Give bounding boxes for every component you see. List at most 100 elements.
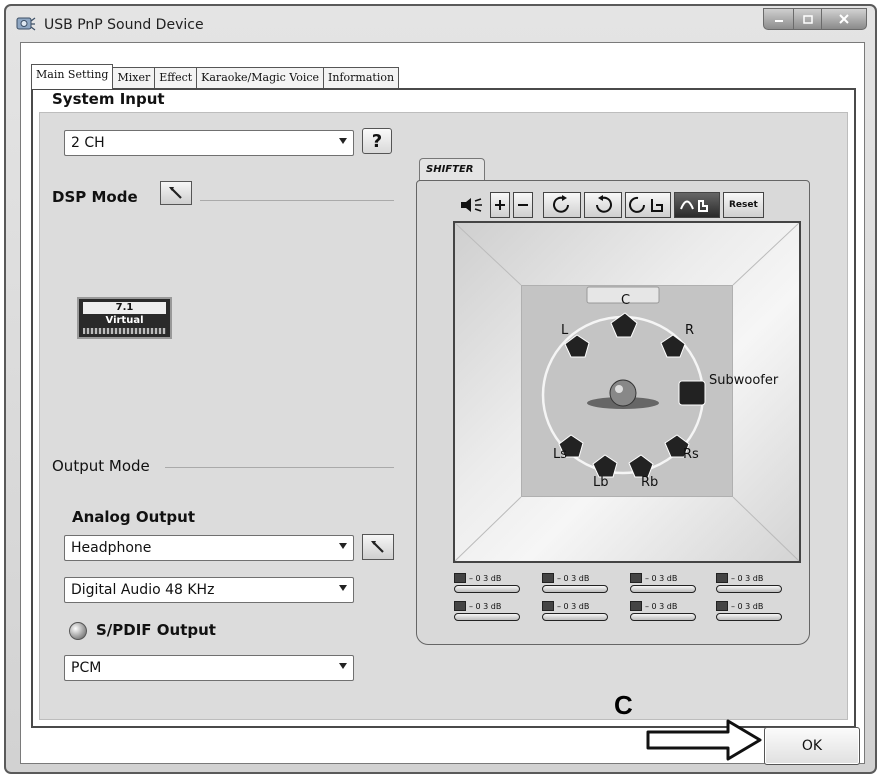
shifter-tab: SHIFTER xyxy=(419,158,485,182)
spdif-toggle[interactable] xyxy=(69,622,87,640)
ok-button[interactable]: OK xyxy=(764,727,860,765)
tab-bar: Main Setting Mixer Effect Karaoke/Magic … xyxy=(31,64,400,89)
meter-r-value: – 0 3 dB xyxy=(645,573,678,583)
tab-main-setting[interactable]: Main Setting xyxy=(31,64,114,89)
reset-button[interactable]: Reset xyxy=(723,192,764,218)
meter-rs[interactable]: – 0 3 dB xyxy=(630,601,704,621)
dsp-divider xyxy=(200,200,394,201)
help-button[interactable]: ? xyxy=(362,128,392,154)
sample-rate-select[interactable]: Digital Audio 48 KHz xyxy=(64,577,354,603)
analog-settings-button[interactable] xyxy=(362,534,394,560)
meter-c-slider[interactable] xyxy=(542,585,608,593)
channel-rb-icon xyxy=(716,601,728,611)
system-input-title: System Input xyxy=(52,90,165,108)
speaker-c-label: C xyxy=(621,293,631,308)
callout-arrow-icon xyxy=(646,719,762,761)
speaker-lb-icon[interactable] xyxy=(592,454,618,478)
shifter-toolbar: Reset xyxy=(457,191,767,219)
channel-sub-icon xyxy=(542,601,554,611)
meter-ls-value: – 0 3 dB xyxy=(469,601,502,611)
meter-ls-slider[interactable] xyxy=(454,613,520,621)
analog-output-value: Headphone xyxy=(71,540,152,556)
channel-rs-icon xyxy=(630,601,642,611)
meter-c[interactable]: – 0 3 dB xyxy=(542,573,616,593)
rotate-ccw-icon xyxy=(596,195,612,213)
meter-lb[interactable]: – 0 3 dB xyxy=(716,573,790,593)
dsp-settings-button[interactable] xyxy=(160,181,192,205)
meter-rb[interactable]: – 0 3 dB xyxy=(716,601,790,621)
meter-lb-value: – 0 3 dB xyxy=(731,573,764,583)
virtual-badge-number: 7.1 xyxy=(83,302,166,314)
chevron-down-icon xyxy=(339,663,347,669)
tab-karaoke[interactable]: Karaoke/Magic Voice xyxy=(196,67,325,89)
hand-icon xyxy=(680,200,708,212)
chevron-down-icon xyxy=(339,543,347,549)
speaker-lb-label: Lb xyxy=(593,475,609,490)
meter-lb-slider[interactable] xyxy=(716,585,782,593)
meter-rs-slider[interactable] xyxy=(630,613,696,621)
analog-output-title: Analog Output xyxy=(72,508,196,526)
maximize-icon xyxy=(802,14,813,24)
channel-lb-icon xyxy=(716,573,728,583)
tab-mixer[interactable]: Mixer xyxy=(112,67,156,89)
window-controls xyxy=(763,8,867,30)
sample-rate-value: Digital Audio 48 KHz xyxy=(71,582,215,598)
wrench-icon xyxy=(371,541,384,553)
close-icon xyxy=(839,14,849,24)
channel-select-value: 2 CH xyxy=(71,135,105,151)
speaker-r-label: R xyxy=(685,323,695,338)
spdif-format-select[interactable]: PCM xyxy=(64,655,354,681)
output-mode-title: Output Mode xyxy=(52,457,150,475)
maximize-button[interactable] xyxy=(793,8,821,30)
meter-r-slider[interactable] xyxy=(630,585,696,593)
tab-information[interactable]: Information xyxy=(323,67,400,89)
meter-c-value: – 0 3 dB xyxy=(557,573,590,583)
title-bar[interactable]: USB PnP Sound Device xyxy=(6,6,875,44)
channel-l-icon xyxy=(454,573,466,583)
shifter-panel: Reset C L R Subwoofer Ls Rs Lb Rb – 0 3 … xyxy=(416,180,810,645)
speaker-room: C L R Subwoofer Ls Rs Lb Rb xyxy=(453,221,801,563)
spdif-format-value: PCM xyxy=(71,660,102,676)
zoom-out-button[interactable] xyxy=(513,192,533,218)
wrench-icon xyxy=(169,187,182,199)
speaker-button[interactable] xyxy=(457,192,487,218)
channel-ls-icon xyxy=(454,601,466,611)
chevron-down-icon xyxy=(339,585,347,591)
channel-select[interactable]: 2 CH xyxy=(64,130,354,156)
meter-rb-slider[interactable] xyxy=(716,613,782,621)
rotate-clockwise-button[interactable] xyxy=(543,192,581,218)
rotate-headphone-icon xyxy=(629,196,663,213)
rotate-cw-icon xyxy=(553,195,569,213)
meter-l-slider[interactable] xyxy=(454,585,520,593)
callout-label: C xyxy=(614,690,633,720)
close-button[interactable] xyxy=(821,8,867,30)
meter-l-value: – 0 3 dB xyxy=(469,573,502,583)
meter-sub[interactable]: – 0 3 dB xyxy=(542,601,616,621)
meter-l[interactable]: – 0 3 dB xyxy=(454,573,528,593)
zoom-in-button[interactable] xyxy=(490,192,510,218)
output-mode-divider xyxy=(165,467,394,468)
meter-ls[interactable]: – 0 3 dB xyxy=(454,601,528,621)
tab-effect[interactable]: Effect xyxy=(154,67,198,89)
speaker-ls-label: Ls xyxy=(553,447,568,462)
meter-sub-slider[interactable] xyxy=(542,613,608,621)
channel-c-icon xyxy=(542,573,554,583)
speaker-rb-label: Rb xyxy=(641,475,659,490)
auto-rotate-button[interactable] xyxy=(625,192,671,218)
virtual-7-1-badge: 7.1 Virtual xyxy=(77,297,172,339)
speaker-rs-label: Rs xyxy=(683,447,699,462)
meter-sub-value: – 0 3 dB xyxy=(557,601,590,611)
minus-icon xyxy=(518,204,528,206)
rotate-counterclockwise-button[interactable] xyxy=(584,192,622,218)
speaker-layout xyxy=(455,223,799,561)
meter-r[interactable]: – 0 3 dB xyxy=(630,573,704,593)
analog-output-select[interactable]: Headphone xyxy=(64,535,354,561)
hand-tool-button[interactable] xyxy=(674,192,720,218)
speaker-sub-label: Subwoofer xyxy=(709,373,779,388)
plus-icon xyxy=(495,200,505,210)
virtual-badge-stripe xyxy=(83,328,166,334)
speaker-icon xyxy=(461,198,482,212)
speaker-r-icon[interactable] xyxy=(660,334,686,358)
minimize-button[interactable] xyxy=(763,8,793,30)
speaker-sub-icon[interactable] xyxy=(678,380,706,406)
